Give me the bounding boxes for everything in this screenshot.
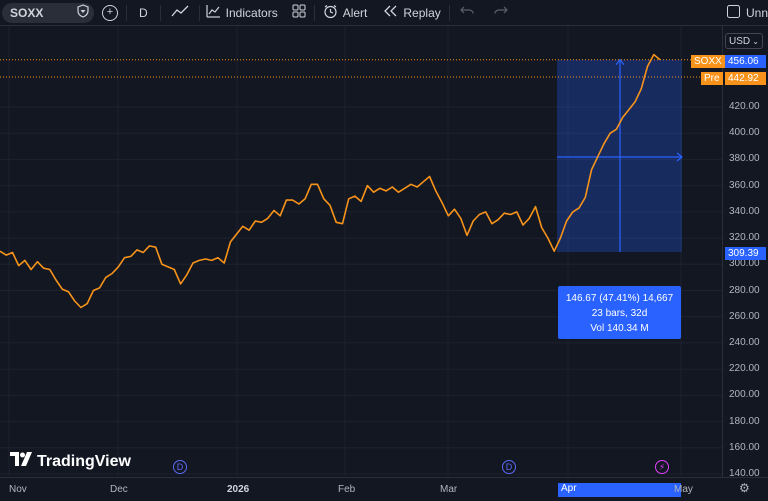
replay-button[interactable]: Replay bbox=[375, 0, 448, 25]
redo-button[interactable] bbox=[484, 0, 518, 25]
chart-type-button[interactable] bbox=[161, 0, 199, 25]
alert-button[interactable]: Alert bbox=[315, 0, 376, 25]
price-tick-label: 320.00 bbox=[729, 232, 760, 244]
indicators-button[interactable]: Indicators bbox=[200, 0, 284, 25]
price-tick-label: 280.00 bbox=[729, 284, 760, 296]
alert-label: Alert bbox=[342, 5, 368, 20]
price-tick-label: 380.00 bbox=[729, 153, 760, 165]
time-axis[interactable]: Nov Dec 2026 Feb Mar Apr May ⚙ bbox=[0, 477, 768, 501]
symbol-label: SOXX bbox=[10, 5, 44, 20]
alarm-clock-icon bbox=[323, 4, 338, 22]
price-tick-label: 180.00 bbox=[729, 415, 760, 427]
settings-gear-icon[interactable]: ⚙ bbox=[739, 481, 750, 495]
time-label: Apr bbox=[558, 483, 681, 497]
replay-label: Replay bbox=[403, 5, 441, 20]
layout-name-label: Unn bbox=[745, 5, 768, 20]
price-tick-label: 400.00 bbox=[729, 127, 760, 139]
time-label: 2026 bbox=[227, 484, 250, 495]
dividend-event-icon[interactable]: D bbox=[173, 460, 187, 474]
rewind-icon bbox=[383, 5, 398, 20]
indicators-label: Indicators bbox=[225, 5, 278, 20]
price-tick-label: 260.00 bbox=[729, 310, 760, 322]
measure-bars: 23 bars, 32d bbox=[591, 308, 648, 319]
price-tick-label: 420.00 bbox=[729, 101, 760, 112]
time-label: Mar bbox=[440, 484, 458, 495]
layouts-button[interactable] bbox=[284, 0, 314, 25]
soxx-price-tag: 456.06 bbox=[725, 55, 766, 68]
bolt-icon[interactable]: ⚡ bbox=[655, 460, 669, 474]
symbol-search[interactable]: SOXX bbox=[2, 2, 94, 23]
shield-icon bbox=[76, 4, 90, 21]
tv-logo-icon bbox=[10, 452, 32, 471]
measure-change: 146.67 (47.41%) 14,667 bbox=[565, 293, 674, 304]
plus-icon: + bbox=[102, 4, 118, 21]
redo-icon bbox=[494, 5, 508, 20]
measure-info-box: 146.67 (47.41%) 14,667 23 bars, 32d Vol … bbox=[558, 286, 681, 339]
time-label: Nov bbox=[9, 484, 27, 495]
price-tick-label: 160.00 bbox=[729, 441, 760, 453]
price-tick-label: 200.00 bbox=[729, 389, 760, 401]
price-tick-label: 340.00 bbox=[729, 205, 760, 217]
time-label: May bbox=[674, 484, 693, 495]
price-tick-label: 220.00 bbox=[729, 363, 760, 375]
price-chart bbox=[0, 26, 722, 477]
interval-button[interactable]: D bbox=[127, 0, 160, 25]
checkbox-icon bbox=[726, 4, 740, 21]
line-chart-icon bbox=[171, 4, 189, 21]
premarket-label-tag: Pre bbox=[701, 72, 723, 85]
chart-pane[interactable]: 146.67 (47.41%) 14,667 23 bars, 32d Vol … bbox=[0, 26, 722, 477]
currency-selector[interactable]: USD ⌄ bbox=[725, 33, 763, 49]
premarket-price-tag: 442.92 bbox=[725, 72, 766, 85]
price-tick-label: 360.00 bbox=[729, 179, 760, 191]
indicators-icon bbox=[206, 4, 221, 21]
price-tick-label: 240.00 bbox=[729, 336, 760, 348]
currency-label: USD bbox=[729, 35, 751, 47]
interval-label: D bbox=[139, 5, 148, 20]
top-toolbar: SOXX + D Indicators Alert Replay Unn bbox=[0, 0, 768, 26]
grid-icon bbox=[292, 4, 306, 21]
soxx-symbol-tag: SOXX bbox=[691, 55, 725, 68]
measure-volume: Vol 140.34 M bbox=[590, 323, 649, 334]
dividend-event-icon[interactable]: D bbox=[502, 460, 516, 474]
time-label: Dec bbox=[110, 484, 128, 495]
compare-button[interactable]: + bbox=[94, 0, 126, 25]
layout-name-button[interactable]: Unn bbox=[726, 0, 768, 25]
undo-icon bbox=[459, 5, 474, 20]
undo-button[interactable] bbox=[450, 0, 484, 25]
chevron-down-icon: ⌄ bbox=[752, 36, 759, 46]
measure-start-price-tag: 309.39 bbox=[725, 247, 766, 260]
tv-logo-text: TradingView bbox=[37, 452, 131, 470]
tradingview-logo[interactable]: TradingView bbox=[10, 452, 131, 471]
time-label: Feb bbox=[338, 484, 356, 495]
